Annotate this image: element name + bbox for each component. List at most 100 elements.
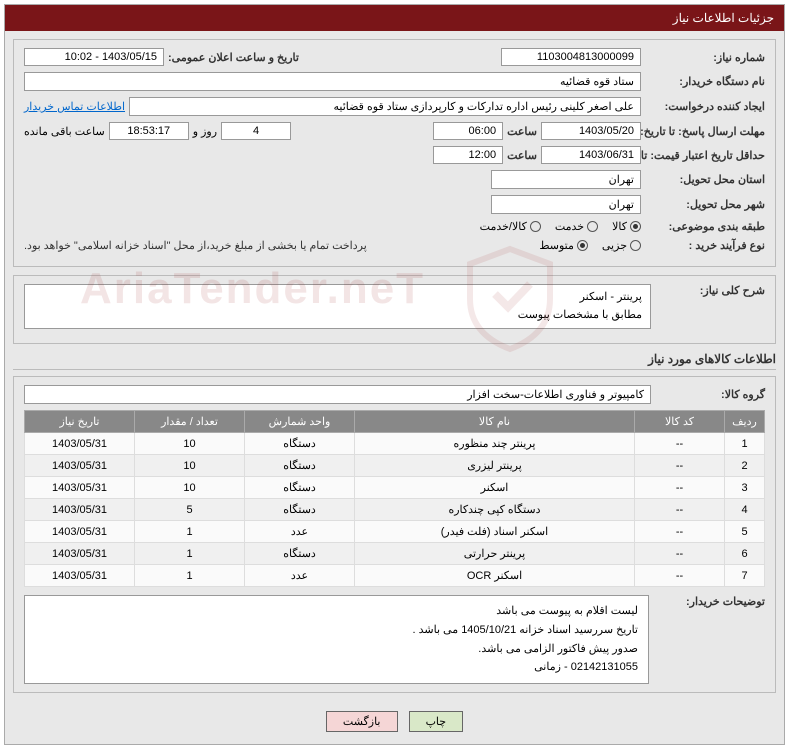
table-cell: --	[635, 521, 725, 543]
table-cell: عدد	[245, 521, 355, 543]
table-row: 1--پرینتر چند منظورهدستگاه101403/05/31	[25, 433, 765, 455]
notes-line: تاریخ سررسید اسناد خزانه 1405/10/21 می ب…	[35, 621, 638, 640]
table-cell: 10	[135, 433, 245, 455]
goods-table: ردیفکد کالانام کالاواحد شمارشتعداد / مقد…	[24, 410, 765, 587]
table-cell: دستگاه	[245, 499, 355, 521]
table-cell: --	[635, 543, 725, 565]
notes-line: 02142131055 - زمانی	[35, 658, 638, 677]
table-cell: 1	[135, 565, 245, 587]
validity-time: 12:00	[433, 146, 503, 164]
radio-both[interactable]: کالا/خدمت	[480, 220, 541, 233]
category-label: طبقه بندی موضوعی:	[645, 220, 765, 233]
summary-line2: مطابق با مشخصات پیوست	[33, 307, 642, 325]
validity-label: حداقل تاریخ اعتبار قیمت: تا تاریخ:	[645, 149, 765, 162]
table-cell: 1403/05/31	[25, 565, 135, 587]
table-cell: --	[635, 499, 725, 521]
table-header: تاریخ نیاز	[25, 411, 135, 433]
table-row: 6--پرینتر حرارتیدستگاه11403/05/31	[25, 543, 765, 565]
province-value: تهران	[491, 170, 641, 189]
table-cell: 1	[135, 543, 245, 565]
radio-icon	[630, 240, 641, 251]
table-row: 2--پرینتر لیزریدستگاه101403/05/31	[25, 455, 765, 477]
radio-icon	[530, 221, 541, 232]
table-row: 7--اسکنر OCRعدد11403/05/31	[25, 565, 765, 587]
table-cell: 5	[725, 521, 765, 543]
table-header: تعداد / مقدار	[135, 411, 245, 433]
table-cell: 5	[135, 499, 245, 521]
table-cell: دستگاه	[245, 433, 355, 455]
table-cell: 6	[725, 543, 765, 565]
table-cell: 1403/05/31	[25, 477, 135, 499]
need-number-label: شماره نیاز:	[645, 51, 765, 64]
radio-service[interactable]: خدمت	[555, 220, 598, 233]
summary-panel: شرح کلی نیاز: پرینتر - اسکنر مطابق با مش…	[13, 275, 776, 344]
announce-label: تاریخ و ساعت اعلان عمومی:	[168, 51, 299, 64]
table-cell: دستگاه	[245, 477, 355, 499]
table-cell: 1403/05/31	[25, 433, 135, 455]
summary-line1: پرینتر - اسکنر	[33, 289, 642, 307]
table-cell: 10	[135, 455, 245, 477]
table-cell: --	[635, 565, 725, 587]
time-label-1: ساعت	[507, 125, 537, 138]
table-cell: پرینتر لیزری	[355, 455, 635, 477]
process-label: نوع فرآیند خرید :	[645, 239, 765, 252]
table-cell: اسکنر	[355, 477, 635, 499]
notes-line: صدور پیش فاکتور الزامی می باشد.	[35, 640, 638, 659]
summary-box: پرینتر - اسکنر مطابق با مشخصات پیوست	[24, 284, 651, 329]
payment-note: پرداخت تمام یا بخشی از مبلغ خرید،از محل …	[24, 239, 367, 252]
days-text: روز و	[193, 125, 217, 138]
table-row: 3--اسکنردستگاه101403/05/31	[25, 477, 765, 499]
print-button[interactable]: چاپ	[409, 711, 464, 732]
table-cell: 7	[725, 565, 765, 587]
table-cell: 1403/05/31	[25, 521, 135, 543]
goods-panel: گروه کالا: کامپیوتر و فناوری اطلاعات-سخت…	[13, 376, 776, 693]
table-cell: --	[635, 433, 725, 455]
table-cell: 1	[725, 433, 765, 455]
validity-date: 1403/06/31	[541, 146, 641, 164]
table-cell: دستگاه	[245, 455, 355, 477]
city-label: شهر محل تحویل:	[645, 198, 765, 211]
requester-value: علی اصغر کلینی رئیس اداره تدارکات و کارپ…	[129, 97, 641, 116]
summary-label: شرح کلی نیاز:	[655, 284, 765, 297]
buyer-org-value: ستاد قوه قضائیه	[24, 72, 641, 91]
table-header: کد کالا	[635, 411, 725, 433]
province-label: استان محل تحویل:	[645, 173, 765, 186]
table-cell: پرینتر حرارتی	[355, 543, 635, 565]
time-label-2: ساعت	[507, 149, 537, 162]
buyer-org-label: نام دستگاه خریدار:	[645, 75, 765, 88]
buyer-notes-box: لیست اقلام به پیوست می باشد تاریخ سررسید…	[24, 595, 649, 684]
page-title: جزئیات اطلاعات نیاز	[5, 5, 784, 31]
table-cell: اسکنر اسناد (فلت فیدر)	[355, 521, 635, 543]
table-cell: دستگاه	[245, 543, 355, 565]
radio-icon	[577, 240, 588, 251]
table-header: واحد شمارش	[245, 411, 355, 433]
table-cell: 2	[725, 455, 765, 477]
buyer-contact-link[interactable]: اطلاعات تماس خریدار	[24, 100, 125, 113]
table-cell: 1	[135, 521, 245, 543]
time-remaining: 18:53:17	[109, 122, 189, 140]
back-button[interactable]: بازگشت	[326, 711, 398, 732]
table-cell: 1403/05/31	[25, 499, 135, 521]
radio-medium[interactable]: متوسط	[539, 239, 588, 252]
deadline-label: مهلت ارسال پاسخ: تا تاریخ:	[645, 125, 765, 138]
table-cell: پرینتر چند منظوره	[355, 433, 635, 455]
table-cell: 10	[135, 477, 245, 499]
table-cell: اسکنر OCR	[355, 565, 635, 587]
requester-label: ایجاد کننده درخواست:	[645, 100, 765, 113]
goods-section-header: اطلاعات کالاهای مورد نیاز	[13, 352, 776, 370]
table-header: نام کالا	[355, 411, 635, 433]
table-header: ردیف	[725, 411, 765, 433]
city-value: تهران	[491, 195, 641, 214]
group-label: گروه کالا:	[655, 388, 765, 401]
days-remaining: 4	[221, 122, 291, 140]
deadline-date: 1403/05/20	[541, 122, 641, 140]
need-number-value: 1103004813000099	[501, 48, 641, 66]
radio-small[interactable]: جزیی	[602, 239, 641, 252]
radio-goods[interactable]: کالا	[612, 220, 641, 233]
table-cell: 1403/05/31	[25, 543, 135, 565]
table-cell: 4	[725, 499, 765, 521]
notes-line: لیست اقلام به پیوست می باشد	[35, 602, 638, 621]
table-cell: عدد	[245, 565, 355, 587]
remaining-text: ساعت باقی مانده	[24, 125, 105, 138]
announce-value: 1403/05/15 - 10:02	[24, 48, 164, 66]
